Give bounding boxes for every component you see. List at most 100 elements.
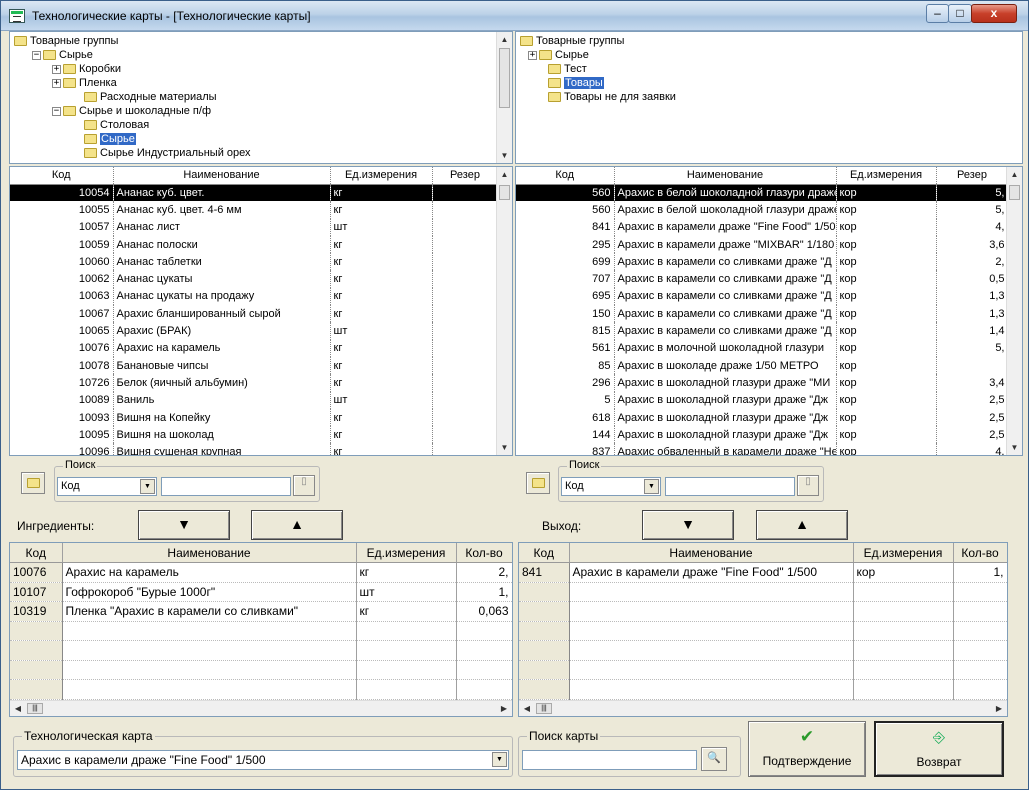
table-row[interactable]: 10059 Ананас полоски кг	[10, 235, 499, 254]
title-bar[interactable]: Технологические карты - [Технологические…	[1, 1, 1028, 31]
left-tree-node[interactable]: − Сырье и шоколадные п/ф	[52, 104, 211, 118]
card-search-button[interactable]: 🔍	[701, 747, 727, 771]
scroll-thumb[interactable]: |||	[27, 703, 43, 714]
table-row[interactable]: 699 Арахис в карамели со сливками драже "…	[516, 253, 1009, 271]
left-tree-node[interactable]: + Пленка	[52, 76, 117, 90]
table-row[interactable]: 560 Арахис в белой шоколадной глазури дра…	[516, 184, 1009, 202]
table-row[interactable]: 10107 Гофрокороб "Бурые 1000г" шт 1,	[10, 582, 512, 602]
ing-header-cell[interactable]: Код	[10, 543, 63, 563]
table-row[interactable]: 10067 Арахис бланшированный сырой кг	[10, 305, 499, 323]
table-row[interactable]	[10, 679, 512, 700]
table-row[interactable]: 10065 Арахис (БРАК) шт	[10, 322, 499, 340]
left-group-tree[interactable]: ▲ ▼ Товарные группы − Сырье + Коробки + Пленка…	[9, 31, 513, 164]
ing-header-cell[interactable]: Ед.измерения	[356, 543, 457, 563]
scroll-thumb[interactable]	[499, 185, 510, 200]
output-move-up-button[interactable]: ▲	[756, 510, 848, 540]
table-row[interactable]: 10063 Ананас цукаты на продажу кг	[10, 287, 499, 306]
scroll-thumb[interactable]	[499, 48, 510, 108]
scroll-right-icon[interactable]: ▶	[991, 701, 1007, 716]
ing-header-cell[interactable]: Наименование	[62, 543, 357, 563]
scroll-up-icon[interactable]: ▲	[497, 32, 512, 47]
right-tree-node[interactable]: Товары	[548, 76, 604, 90]
close-button[interactable]: x	[971, 4, 1017, 23]
scroll-up-icon[interactable]: ▲	[497, 167, 512, 182]
scroll-right-icon[interactable]: ▶	[496, 701, 512, 716]
card-search-input[interactable]	[522, 750, 697, 770]
right-products-grid[interactable]: Код Наименование Ед.измерения Резер 560 Арах…	[515, 166, 1023, 456]
table-row[interactable]: 561 Арахис в молочной шоколадной глазури к…	[516, 339, 1009, 357]
table-row[interactable]	[519, 621, 1007, 641]
right-search-field-select[interactable]: Код ▼	[561, 477, 661, 496]
output-move-down-button[interactable]: ▼	[642, 510, 734, 540]
rgrid-header-cell[interactable]: Ед.измерения	[836, 167, 937, 185]
return-button[interactable]: ⎆ Возврат	[874, 721, 1004, 777]
table-row[interactable]: 150 Арахис в карамели со сливками драже "…	[516, 305, 1009, 323]
left-search-field-select[interactable]: Код ▼	[57, 477, 157, 496]
right-tree-node[interactable]: Товары не для заявки	[548, 90, 676, 104]
table-row[interactable]: 296 Арахис в шоколадной глазури драже "МИ…	[516, 374, 1009, 392]
chevron-down-icon[interactable]: ▼	[644, 479, 659, 494]
ingredients-move-down-button[interactable]: ▼	[138, 510, 230, 540]
right-tree-node[interactable]: + Сырье	[528, 48, 589, 62]
right-grid-scrollbar[interactable]: ▲ ▼	[1006, 167, 1022, 455]
table-row[interactable]: 10726 Белок (яичный альбумин) кг	[10, 374, 499, 392]
table-row[interactable]: 144 Арахис в шоколадной глазури драже "Дж…	[516, 426, 1009, 444]
table-row[interactable]: 707 Арахис в карамели со сливками драже "…	[516, 270, 1009, 288]
collapse-icon[interactable]: −	[52, 106, 61, 116]
left-tree-node[interactable]: Товарные группы	[14, 34, 118, 48]
output-grid[interactable]: Код Наименование Ед.измерения Кол-во 841 Ара…	[518, 542, 1008, 717]
rgrid-header-cell[interactable]: Наименование	[614, 167, 837, 185]
right-search-input[interactable]	[665, 477, 795, 496]
table-row[interactable]: 10093 Вишня на Копейку кг	[10, 408, 499, 427]
table-row[interactable]: 560 Арахис в белой шоколадной глазури дра…	[516, 201, 1009, 219]
left-search-filter-icon[interactable]: ▯	[293, 475, 315, 496]
expand-icon[interactable]: +	[52, 64, 61, 74]
table-row[interactable]: 10054 Ананас куб. цвет. кг	[10, 184, 499, 202]
table-row[interactable]: 10096 Вишня сушеная крупная кг	[10, 443, 499, 455]
minimize-button[interactable]: –	[926, 4, 949, 23]
table-row[interactable]	[10, 640, 512, 661]
right-tree-node[interactable]: Тест	[548, 62, 587, 76]
left-products-grid[interactable]: Код Наименование Ед.измерения Резер 10054 Ан…	[9, 166, 513, 456]
expand-icon[interactable]: +	[528, 50, 537, 60]
table-row[interactable]: 10078 Банановые чипсы кг	[10, 356, 499, 375]
out-header-cell[interactable]: Ед.измерения	[853, 543, 954, 563]
table-row[interactable]: 10089 Ваниль шт	[10, 391, 499, 409]
table-row[interactable]: 10319 Пленка "Арахис в карамели со сливка…	[10, 601, 512, 622]
scroll-down-icon[interactable]: ▼	[497, 440, 512, 455]
open-folder-button-right[interactable]	[526, 472, 550, 494]
table-row[interactable]: 5 Арахис в шоколадной глазури драже "Дж ко…	[516, 391, 1009, 409]
table-row[interactable]: 837 Арахис обваленный в карамели драже "Н…	[516, 443, 1009, 455]
left-tree-scrollbar[interactable]: ▲ ▼	[496, 32, 512, 163]
scroll-down-icon[interactable]: ▼	[497, 148, 512, 163]
chevron-down-icon[interactable]: ▼	[140, 479, 155, 494]
table-row[interactable]: 618 Арахис в шоколадной глазури драже "Дж…	[516, 408, 1009, 427]
table-row[interactable]: 10076 Арахис на карамель кг 2,	[10, 562, 512, 583]
collapse-icon[interactable]: −	[32, 50, 41, 60]
expand-icon[interactable]: +	[52, 78, 61, 88]
table-row[interactable]: 295 Арахис в карамели драже "MIXBAR" 1/18…	[516, 235, 1009, 254]
scroll-down-icon[interactable]: ▼	[1007, 440, 1022, 455]
scroll-up-icon[interactable]: ▲	[1007, 167, 1022, 182]
table-row[interactable]	[519, 660, 1007, 680]
out-header-cell[interactable]: Кол-во	[953, 543, 1007, 563]
chevron-down-icon[interactable]: ▼	[492, 752, 507, 767]
left-tree-node[interactable]: Сырье	[84, 132, 136, 146]
table-row[interactable]	[519, 640, 1007, 661]
scroll-left-icon[interactable]: ◀	[10, 701, 26, 716]
lgrid-header-cell[interactable]: Код	[10, 167, 114, 185]
table-row[interactable]: 841 Арахис в карамели драже "Fine Food" 1…	[519, 562, 1007, 583]
table-row[interactable]	[519, 601, 1007, 622]
table-row[interactable]: 10057 Ананас лист шт	[10, 218, 499, 236]
scroll-thumb[interactable]: |||	[536, 703, 552, 714]
left-tree-node[interactable]: + Коробки	[52, 62, 121, 76]
table-row[interactable]	[10, 621, 512, 641]
tech-card-select[interactable]: Арахис в карамели драже "Fine Food" 1/50…	[17, 750, 509, 770]
table-row[interactable]	[519, 582, 1007, 602]
rgrid-header-cell[interactable]: Код	[516, 167, 615, 185]
lgrid-header-cell[interactable]: Резер	[432, 167, 499, 185]
scroll-thumb[interactable]	[1009, 185, 1020, 200]
table-row[interactable]: 10055 Ананас куб. цвет. 4-6 мм кг	[10, 201, 499, 219]
left-tree-node[interactable]: − Сырье	[32, 48, 93, 62]
table-row[interactable]: 10062 Ананас цукаты кг	[10, 270, 499, 288]
